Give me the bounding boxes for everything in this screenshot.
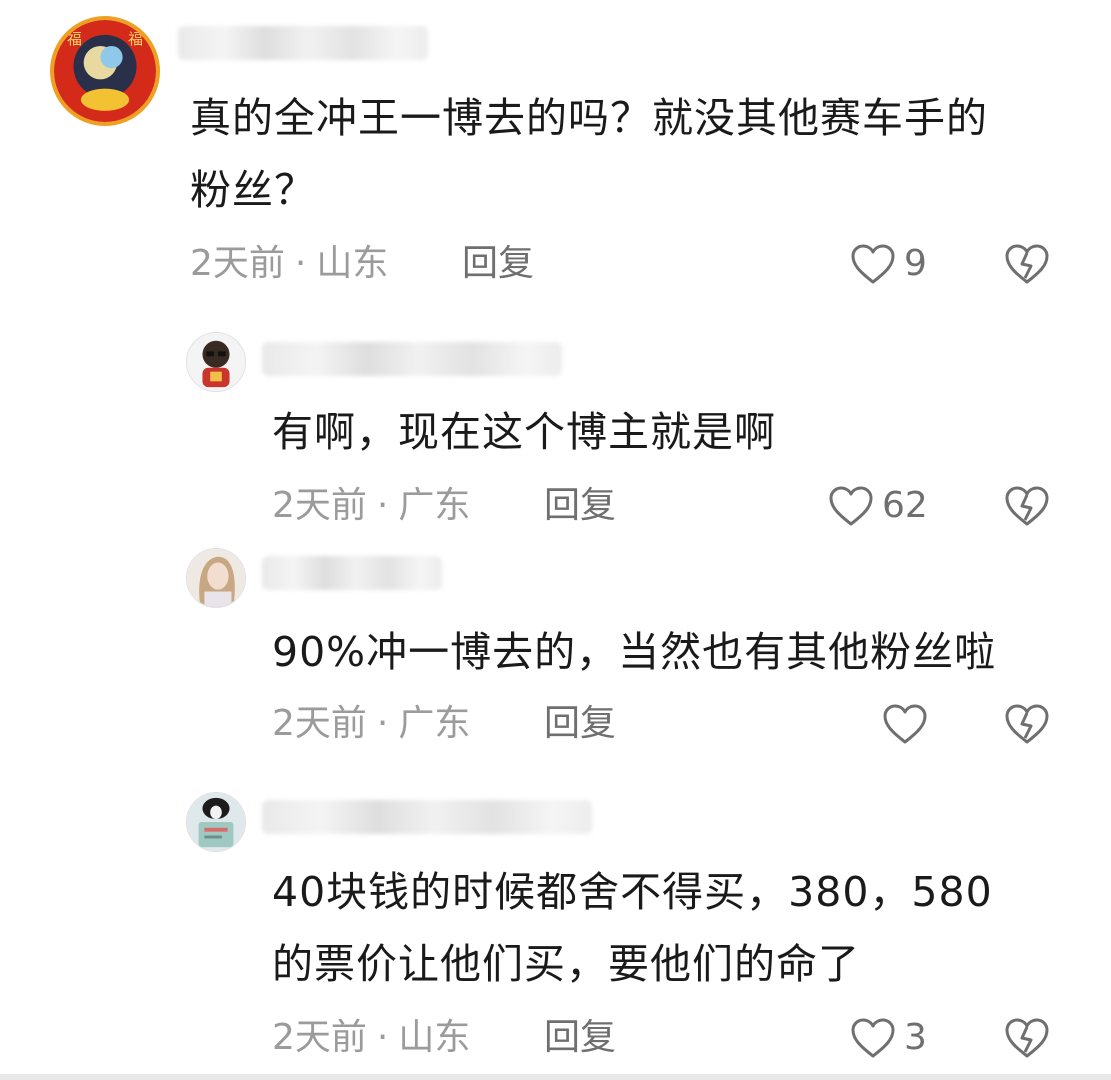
comment-line: 真的全冲王一博去的吗？就没其他赛车手的 <box>190 94 988 142</box>
like-count: 9 <box>904 243 927 284</box>
comment-time: 2天前 <box>190 243 285 284</box>
comment-line: 90%冲一博去的，当然也有其他粉丝啦 <box>272 628 997 676</box>
reply-button[interactable]: 回复 <box>544 1016 616 1060</box>
avatar-image: 福 福 <box>54 20 156 122</box>
reply-button[interactable]: 回复 <box>462 242 534 286</box>
dislike-button[interactable] <box>1004 242 1050 286</box>
username-masked <box>262 800 592 834</box>
separator: · <box>294 243 307 284</box>
like-count: 3 <box>904 1017 927 1058</box>
comment-time: 2天前 <box>272 1017 367 1058</box>
avatar-image <box>187 793 245 851</box>
comment-text: 90%冲一博去的，当然也有其他粉丝啦 <box>272 616 1092 688</box>
avatar[interactable] <box>186 792 246 852</box>
username-masked <box>178 26 428 60</box>
comment-line: 有啊，现在这个博主就是啊 <box>272 408 776 456</box>
like-button[interactable]: 62 <box>828 484 928 528</box>
dislike-button[interactable] <box>1004 702 1050 746</box>
comment-time: 2天前 <box>272 485 367 526</box>
heart-outline-icon <box>851 1018 895 1058</box>
comment-text: 有啊，现在这个博主就是啊 <box>272 396 1072 468</box>
broken-heart-icon <box>1005 244 1049 284</box>
comment-meta: 2天前 · 山东 <box>190 242 388 286</box>
comment-meta: 2天前 · 山东 <box>272 1016 470 1060</box>
avatar[interactable] <box>186 548 246 608</box>
comment-line: 40块钱的时候都舍不得买，380，580 <box>272 868 993 916</box>
reply-button[interactable]: 回复 <box>544 484 616 528</box>
comment-line: 粉丝？ <box>190 166 316 214</box>
comment-text: 真的全冲王一博去的吗？就没其他赛车手的 粉丝？ <box>190 82 1090 226</box>
username-masked <box>262 556 442 590</box>
comment-line: 的票价让他们买，要他们的命了 <box>272 940 860 988</box>
like-count: 62 <box>882 485 928 526</box>
avatar[interactable]: 福 福 <box>50 16 160 126</box>
comment-location: 广东 <box>398 703 471 744</box>
comment-text: 40块钱的时候都舍不得买，380，580 的票价让他们买，要他们的命了 <box>272 856 1092 1000</box>
heart-outline-icon <box>883 704 927 744</box>
bottom-edge <box>0 1074 1111 1080</box>
comment-location: 山东 <box>398 1017 471 1058</box>
separator: · <box>376 703 389 744</box>
avatar[interactable] <box>186 332 246 392</box>
broken-heart-icon <box>1005 486 1049 526</box>
svg-text:福: 福 <box>67 31 82 48</box>
comment-location: 广东 <box>398 485 471 526</box>
dislike-button[interactable] <box>1004 484 1050 528</box>
comment-meta: 2天前 · 广东 <box>272 702 470 746</box>
broken-heart-icon <box>1005 704 1049 744</box>
heart-outline-icon <box>851 244 895 284</box>
broken-heart-icon <box>1005 1018 1049 1058</box>
heart-outline-icon <box>829 486 873 526</box>
username-masked <box>262 342 562 376</box>
comment-location: 山东 <box>316 243 389 284</box>
comment-time: 2天前 <box>272 703 367 744</box>
avatar-image <box>187 333 245 391</box>
comment-meta: 2天前 · 广东 <box>272 484 470 528</box>
separator: · <box>376 1017 389 1058</box>
dislike-button[interactable] <box>1004 1016 1050 1060</box>
like-button[interactable]: 3 <box>850 1016 927 1060</box>
separator: · <box>376 485 389 526</box>
like-button[interactable]: 9 <box>850 242 927 286</box>
like-button[interactable] <box>882 702 936 746</box>
avatar-image <box>187 549 245 607</box>
svg-text:福: 福 <box>128 31 143 48</box>
reply-button[interactable]: 回复 <box>544 702 616 746</box>
